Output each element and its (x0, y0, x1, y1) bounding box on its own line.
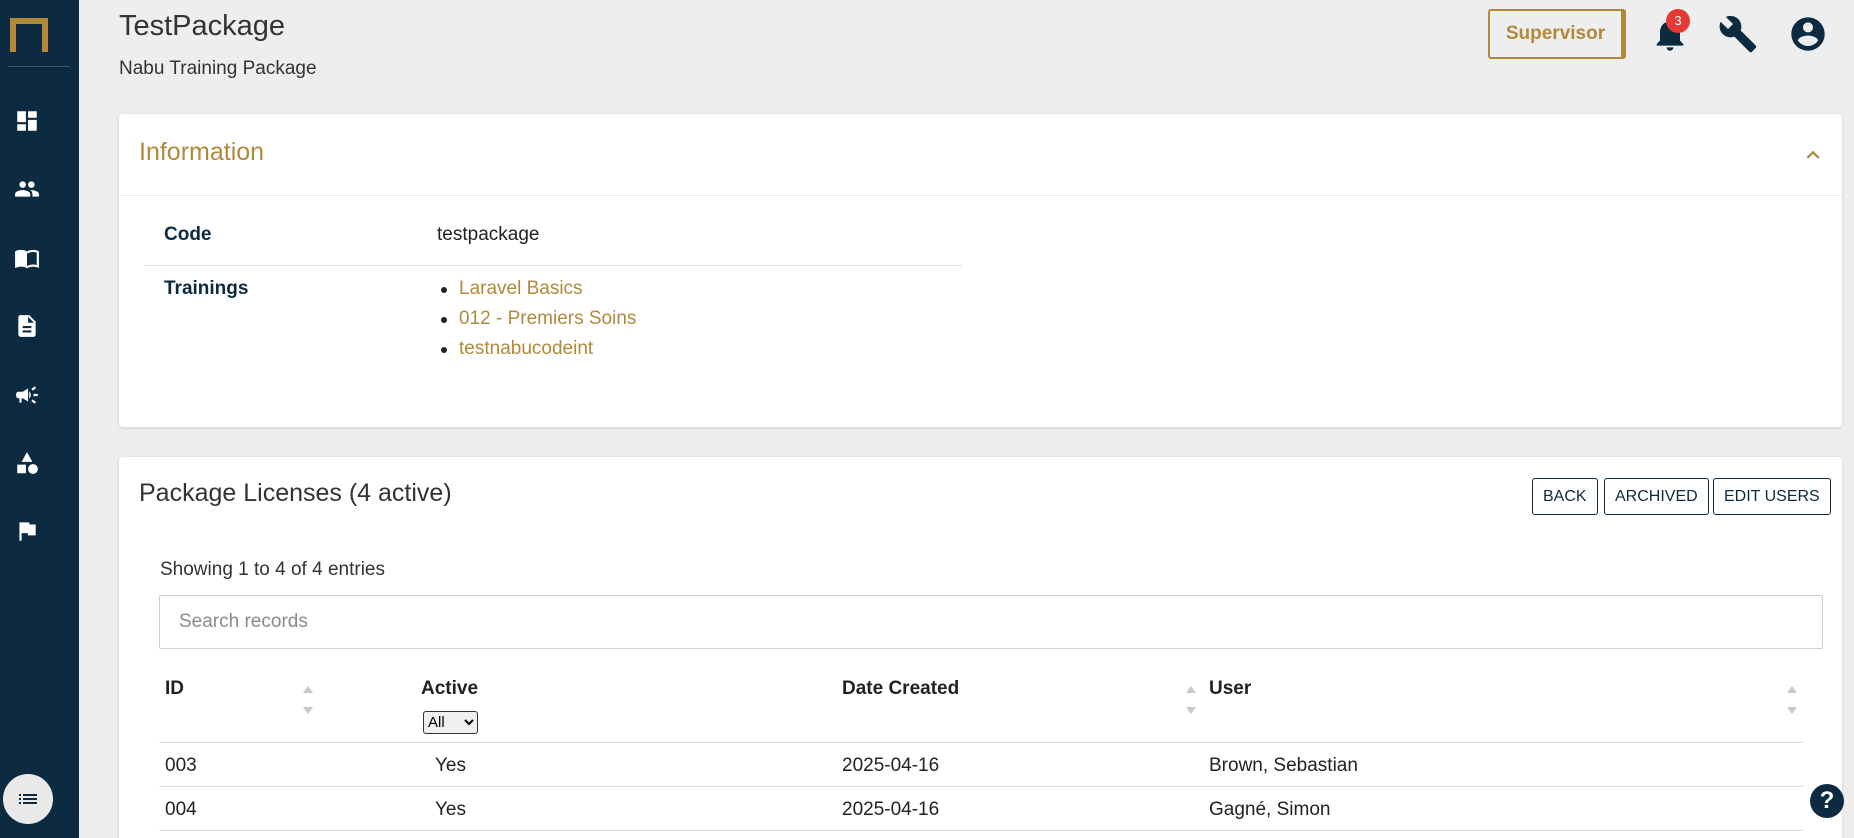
edit-users-button[interactable]: EDIT USERS (1713, 478, 1831, 515)
entries-info: Showing 1 to 4 of 4 entries (160, 559, 385, 580)
wrench-icon[interactable] (1716, 12, 1760, 56)
page-subtitle: Nabu Training Package (119, 58, 317, 79)
sidebar-toggle-button[interactable] (3, 774, 53, 824)
dashboard-icon[interactable] (12, 106, 42, 136)
shapes-icon[interactable] (12, 448, 42, 478)
cell-active: Yes (435, 799, 466, 820)
chevron-up-icon[interactable] (1800, 142, 1826, 168)
column-header-date-created[interactable]: Date Created (842, 678, 959, 700)
information-card: Information Code testpackage Trainings L… (119, 114, 1842, 427)
users-icon[interactable] (12, 174, 42, 204)
sidebar-divider (8, 66, 70, 67)
cell-user: Gagné, Simon (1209, 799, 1331, 820)
megaphone-icon[interactable] (12, 380, 42, 410)
trainings-list: Laravel Basics 012 - Premiers Soins test… (437, 278, 636, 368)
code-value: testpackage (437, 224, 540, 245)
active-filter-select[interactable]: All (423, 711, 478, 734)
row-divider (159, 786, 1803, 787)
training-link[interactable]: 012 - Premiers Soins (437, 308, 636, 338)
help-button[interactable]: ? (1810, 784, 1844, 818)
code-label: Code (164, 224, 212, 245)
licenses-card: Package Licenses (4 active) BACK ARCHIVE… (119, 457, 1842, 838)
information-header[interactable]: Information (119, 114, 1842, 196)
sort-date-icon[interactable] (1186, 686, 1196, 714)
information-title: Information (139, 138, 265, 166)
sort-id-icon[interactable] (303, 686, 313, 714)
sidebar (0, 0, 79, 838)
flag-icon[interactable] (12, 516, 42, 546)
column-header-active: Active (421, 678, 479, 699)
cell-user: Brown, Sebastian (1209, 755, 1358, 776)
notification-badge: 3 (1666, 9, 1690, 33)
training-link[interactable]: testnabucodeint (437, 338, 636, 368)
cell-date: 2025-04-16 (842, 799, 940, 820)
column-header-id[interactable]: ID (165, 678, 184, 700)
licenses-title: Package Licenses (4 active) (139, 479, 452, 507)
cell-active: Yes (435, 755, 466, 776)
page-title: TestPackage (119, 10, 286, 42)
trainings-label: Trainings (164, 278, 249, 299)
app-logo[interactable] (10, 18, 48, 52)
cell-id: 004 (165, 799, 197, 820)
account-icon[interactable] (1786, 12, 1830, 56)
column-header-user[interactable]: User (1209, 678, 1251, 700)
book-icon[interactable] (12, 243, 42, 273)
list-icon (19, 794, 37, 804)
archived-button[interactable]: ARCHIVED (1604, 478, 1709, 515)
back-button[interactable]: BACK (1532, 478, 1598, 515)
role-button[interactable]: Supervisor (1488, 9, 1626, 59)
code-row: Code testpackage (144, 224, 962, 266)
training-link[interactable]: Laravel Basics (437, 278, 636, 308)
table-header-divider (159, 742, 1803, 743)
sort-user-icon[interactable] (1787, 686, 1797, 714)
row-divider (159, 830, 1803, 831)
cell-id: 003 (165, 755, 197, 776)
search-input[interactable] (159, 595, 1823, 649)
document-icon[interactable] (12, 311, 42, 341)
cell-date: 2025-04-16 (842, 755, 940, 776)
